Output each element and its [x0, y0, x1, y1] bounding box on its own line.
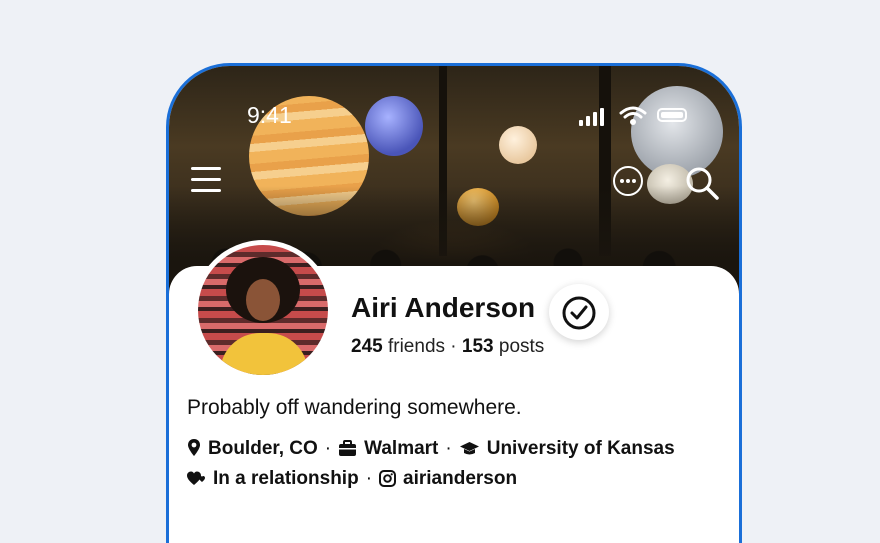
profile-name: Airi Anderson	[351, 292, 536, 323]
profile-bio: Probably off wandering somewhere.	[187, 396, 522, 419]
briefcase-icon	[339, 440, 357, 456]
separator: ·	[445, 438, 452, 459]
details-row-2: In a relationship · airianderson	[187, 468, 517, 490]
separator: ·	[365, 468, 373, 489]
separator: ·	[324, 438, 332, 459]
friends-label[interactable]: friends	[388, 336, 445, 357]
battery-icon	[657, 108, 687, 122]
signal-icon	[579, 120, 583, 126]
location-pin-icon	[188, 439, 200, 456]
avatar[interactable]	[193, 240, 333, 380]
friends-count[interactable]: 245	[351, 336, 383, 357]
details-row-1: Boulder, CO · Walmart · University of Kans…	[187, 438, 675, 460]
status-time: 9:41	[247, 102, 292, 128]
profile-stats: 245 friends · 153 posts	[351, 336, 544, 358]
verified-icon[interactable]	[549, 284, 609, 340]
blue-planet-lantern	[365, 96, 423, 156]
detail-work[interactable]: Walmart	[364, 438, 438, 459]
stats-separator: ·	[450, 336, 457, 357]
status-icons	[579, 106, 691, 126]
more-icon[interactable]	[613, 166, 643, 196]
detail-instagram[interactable]: airianderson	[403, 468, 517, 489]
wifi-icon	[619, 106, 647, 125]
detail-education[interactable]: University of Kansas	[487, 438, 675, 459]
hearts-icon	[187, 471, 205, 485]
instagram-icon	[379, 470, 397, 487]
moon-lantern	[499, 126, 537, 164]
menu-icon[interactable]	[191, 165, 223, 195]
posts-label[interactable]: posts	[499, 336, 544, 357]
search-icon[interactable]	[685, 166, 719, 200]
phone-frame: 9:41 Airi Anderson 245 friends · 153 pos…	[166, 63, 742, 543]
graduation-cap-icon	[459, 442, 479, 455]
detail-relationship: In a relationship	[213, 468, 359, 489]
posts-count[interactable]: 153	[462, 336, 494, 357]
detail-location: Boulder, CO	[208, 438, 318, 459]
